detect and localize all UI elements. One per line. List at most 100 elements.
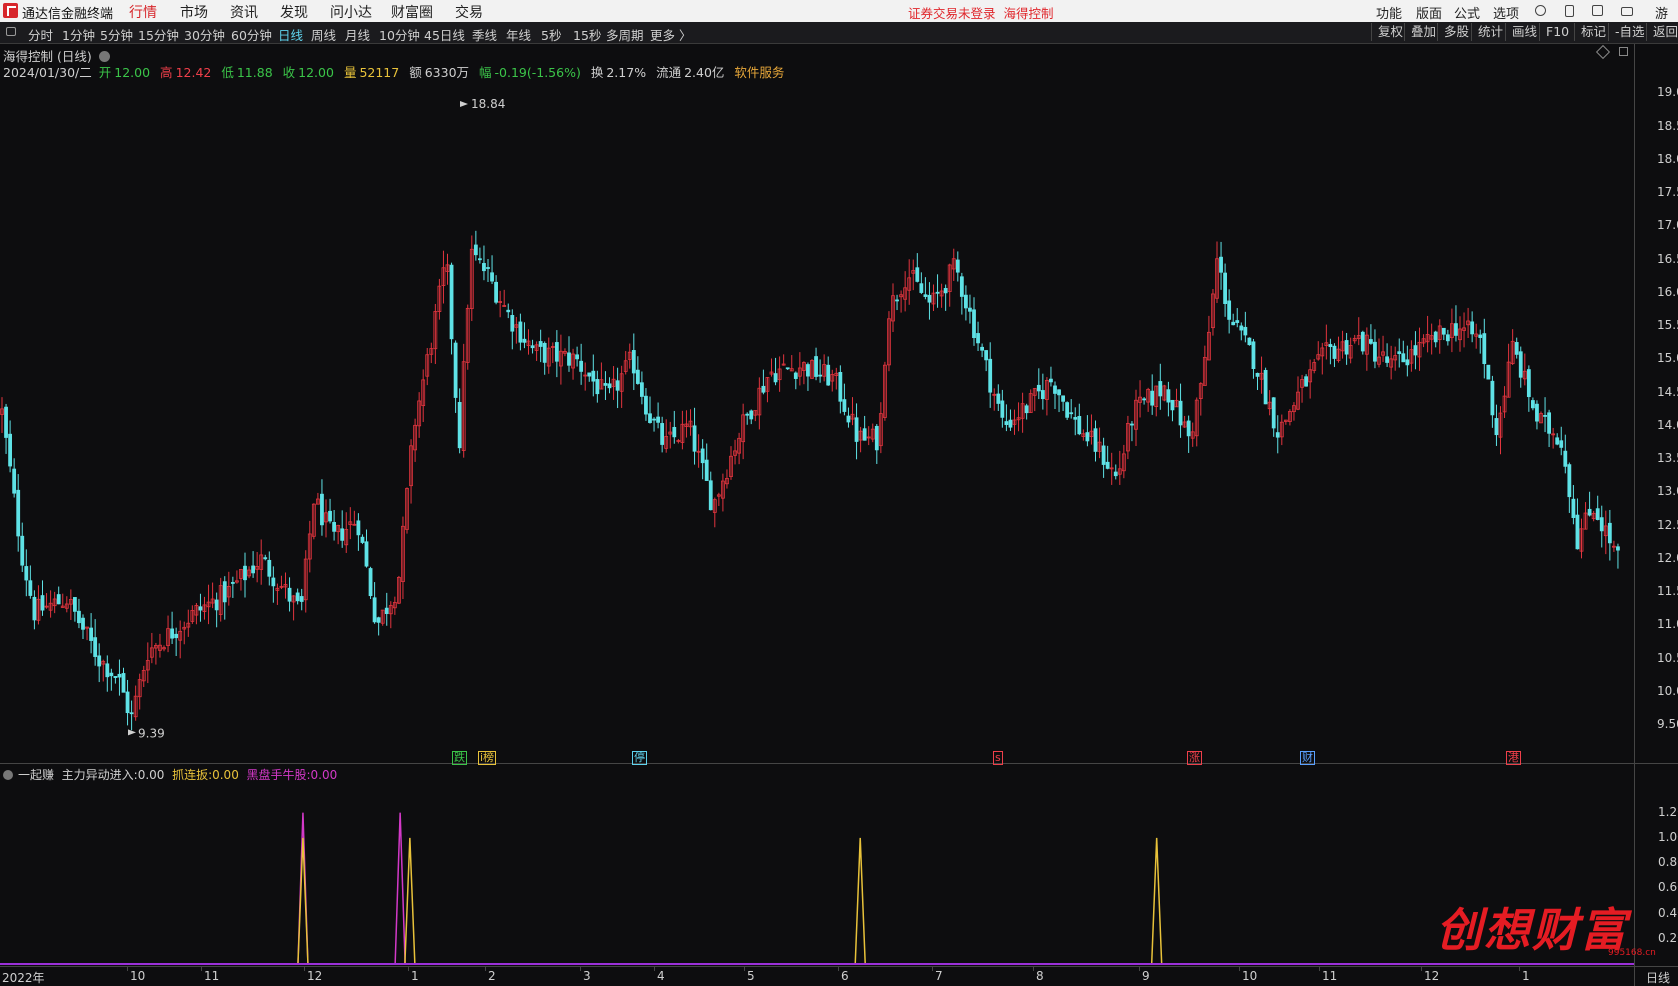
- candle-body: [955, 259, 960, 273]
- candle-body: [793, 372, 798, 379]
- candle-body: [1441, 327, 1446, 335]
- signal-marker[interactable]: 停: [632, 751, 647, 765]
- candle-body: [198, 606, 203, 611]
- candle-body: [579, 360, 584, 372]
- indicator-tick: 0.40: [1658, 905, 1678, 920]
- indicator-name[interactable]: 一起赚: [18, 768, 54, 782]
- signal-marker[interactable]: 跌: [452, 751, 467, 765]
- candle-body: [320, 493, 324, 526]
- price-tick: 15.50: [1657, 318, 1678, 333]
- time-tick-mark: [127, 966, 128, 971]
- signal-marker[interactable]: 财: [1300, 751, 1315, 765]
- candle-body: [542, 342, 547, 363]
- candle-body: [1470, 321, 1475, 335]
- candle-body: [28, 580, 33, 596]
- candle-body: [826, 364, 831, 386]
- time-tick: 11: [1322, 969, 1338, 983]
- candle-body: [121, 673, 126, 693]
- time-tick: 7: [935, 969, 943, 983]
- candle-body: [1332, 345, 1337, 359]
- price-tick: 11.00: [1657, 617, 1678, 632]
- candle-body: [1061, 395, 1065, 402]
- watermark: 创想财富 995168.cn: [1436, 894, 1656, 958]
- candle-body: [1000, 400, 1005, 418]
- signal-marker[interactable]: 港: [1506, 751, 1521, 765]
- signal-marker[interactable]: i榜: [478, 751, 497, 765]
- candlestick-chart[interactable]: 18.84 9.39: [0, 0, 1678, 986]
- candle-body: [1004, 421, 1009, 425]
- price-tick: 18.50: [1657, 118, 1678, 133]
- candle-body: [24, 566, 29, 581]
- time-tick-mark: [580, 966, 581, 971]
- candle-body: [652, 418, 656, 421]
- candle-body: [1328, 344, 1333, 348]
- candle-body: [980, 346, 984, 351]
- candle-body: [93, 637, 98, 657]
- candle-body: [635, 369, 640, 384]
- signal-marker[interactable]: 涨: [1187, 751, 1202, 765]
- signal-marker[interactable]: s: [993, 751, 1003, 765]
- indicator-spike: [404, 837, 416, 965]
- candle-body: [1413, 345, 1418, 356]
- price-tick: 16.50: [1657, 251, 1678, 266]
- candle-body: [968, 307, 972, 312]
- candle-body: [287, 587, 292, 602]
- candle-body: [818, 374, 822, 377]
- indicator-menu-icon[interactable]: [3, 770, 13, 780]
- time-tick-mark: [201, 966, 202, 971]
- candle-body: [1239, 325, 1244, 331]
- time-tick: 1: [1522, 969, 1530, 983]
- candle-body: [170, 628, 175, 639]
- time-tick: 8: [1036, 969, 1044, 983]
- candle-body: [364, 541, 369, 567]
- candle-body: [1518, 351, 1523, 378]
- candle-body: [457, 402, 462, 449]
- time-tick-mark: [744, 966, 745, 971]
- candle-body: [1040, 390, 1045, 400]
- candle-body: [595, 379, 600, 395]
- candle-body: [222, 581, 227, 603]
- panel-toggle-icon[interactable]: [1619, 47, 1628, 56]
- candle-body: [477, 258, 482, 261]
- watermark-text: 创想财富: [1436, 903, 1628, 957]
- candle-body: [773, 373, 778, 383]
- candle-body: [1243, 326, 1248, 336]
- candle-body: [700, 448, 705, 464]
- price-tick: 18.00: [1657, 151, 1678, 166]
- candle-body: [1024, 405, 1029, 414]
- candle-body: [1223, 272, 1227, 304]
- candle-body: [1433, 331, 1438, 343]
- candle-body: [510, 315, 515, 332]
- candle-body: [89, 627, 93, 641]
- candle-body: [56, 594, 61, 605]
- candle-body: [842, 399, 847, 412]
- candle-body: [846, 415, 851, 423]
- candle-body: [73, 597, 77, 612]
- candle-body: [384, 607, 389, 614]
- candle-body: [1571, 498, 1576, 518]
- time-tick: 5: [747, 969, 755, 983]
- candle-body: [1385, 356, 1389, 363]
- candle-body: [1547, 412, 1551, 434]
- s1-value: 0.00: [137, 768, 165, 782]
- candle-body: [648, 413, 652, 423]
- price-tick: 13.50: [1657, 451, 1678, 466]
- candle-body: [372, 597, 377, 623]
- time-tick: 12: [307, 969, 323, 983]
- candle-body: [1255, 372, 1260, 377]
- candle-body: [704, 459, 709, 481]
- candle-body: [360, 536, 365, 543]
- candle-body: [915, 267, 920, 282]
- time-tick: 12: [1424, 969, 1440, 983]
- candle-body: [482, 263, 486, 272]
- time-tick: 9: [1142, 969, 1150, 983]
- candle-body: [251, 565, 256, 574]
- candle-body: [1275, 432, 1280, 438]
- candles-group: [0, 100, 1620, 736]
- candle-body: [1397, 351, 1402, 355]
- candle-body: [117, 673, 122, 678]
- candle-body: [1494, 418, 1499, 436]
- max-price-arrow: [460, 100, 468, 107]
- candle-body: [340, 528, 345, 541]
- candle-body: [761, 385, 766, 393]
